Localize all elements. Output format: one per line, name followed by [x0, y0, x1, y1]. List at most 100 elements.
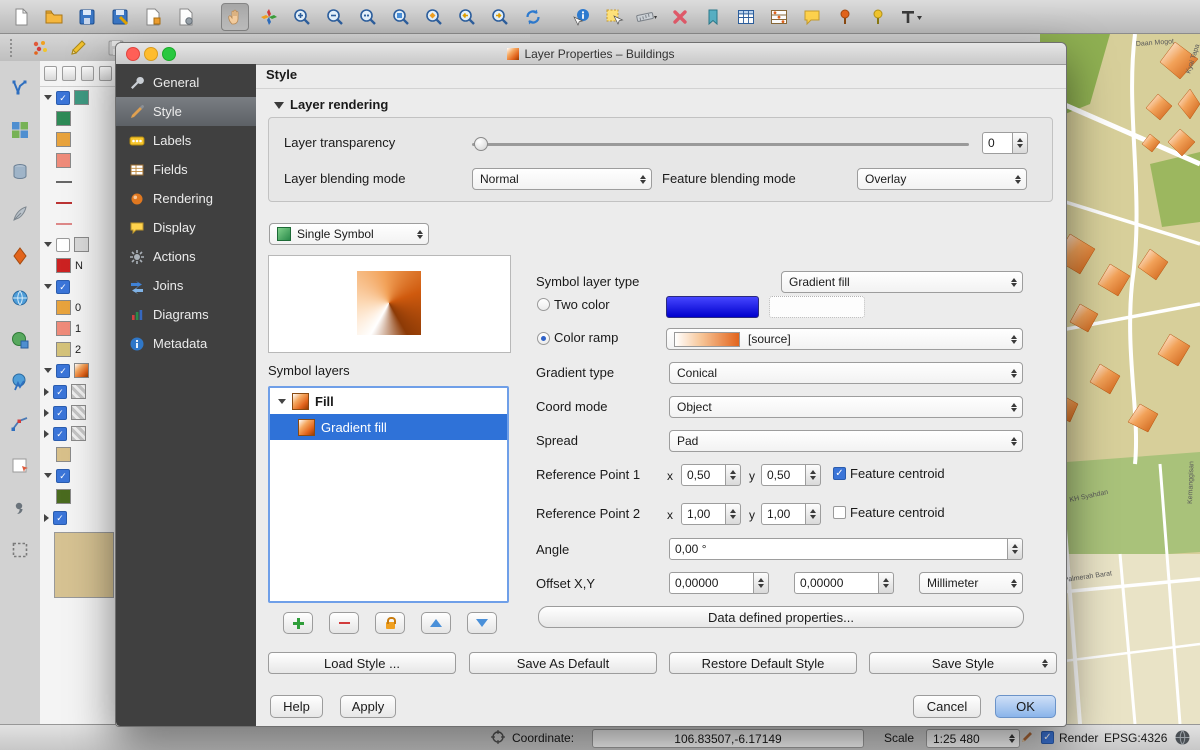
tree-row-fill[interactable]: Fill: [270, 388, 507, 414]
pan-map-icon[interactable]: [221, 3, 249, 31]
remove-layer-icon[interactable]: [99, 66, 112, 81]
layer-row[interactable]: [40, 402, 116, 423]
layer-row[interactable]: [40, 423, 116, 444]
select-rectangle-icon[interactable]: [7, 537, 33, 563]
symbol-layers-tree[interactable]: Fill Gradient fill: [268, 386, 509, 603]
nav-item-general[interactable]: General: [116, 68, 256, 97]
layer-row[interactable]: [40, 87, 116, 108]
nav-item-display[interactable]: Display: [116, 213, 256, 242]
layer-row[interactable]: [40, 507, 116, 528]
toggle-editing-icon[interactable]: [65, 35, 91, 61]
open-project-icon[interactable]: [41, 4, 67, 30]
zoom-window-icon[interactable]: [162, 47, 176, 61]
save-project-icon[interactable]: [74, 4, 100, 30]
collapse-triangle-icon[interactable]: [274, 102, 284, 109]
restore-default-style-button[interactable]: Restore Default Style: [669, 652, 857, 674]
two-color-radio[interactable]: [537, 298, 550, 311]
composer-manager-icon[interactable]: [173, 4, 199, 30]
renderer-combo[interactable]: Single Symbol: [269, 223, 429, 245]
layer-row[interactable]: [40, 192, 116, 213]
add-vector-layer-icon[interactable]: [7, 75, 33, 101]
gradient-type-combo[interactable]: Conical: [669, 362, 1023, 384]
nav-item-fields[interactable]: Fields: [116, 155, 256, 184]
layer-row[interactable]: [40, 171, 116, 192]
zoom-out-icon[interactable]: [322, 4, 348, 30]
transparency-spinbox[interactable]: 0: [982, 132, 1028, 154]
mouse-position-icon[interactable]: [490, 729, 506, 748]
pan-to-selection-icon[interactable]: [256, 4, 282, 30]
coord-mode-combo[interactable]: Object: [669, 396, 1023, 418]
data-defined-properties-button[interactable]: Data defined properties...: [538, 606, 1024, 628]
zoom-in-icon[interactable]: [289, 4, 315, 30]
snapping-options-icon[interactable]: [27, 35, 53, 61]
nav-item-diagrams[interactable]: Diagrams: [116, 300, 256, 329]
add-spatialite-layer-icon[interactable]: [7, 201, 33, 227]
ref1-y-spinbox[interactable]: 0,50: [761, 464, 821, 486]
close-window-icon[interactable]: [126, 47, 140, 61]
cancel-button[interactable]: Cancel: [913, 695, 981, 718]
new-shapefile-layer-icon[interactable]: [7, 453, 33, 479]
offset-x-spinbox[interactable]: 0,00000: [669, 572, 769, 594]
layer-row[interactable]: [40, 276, 116, 297]
refresh-icon[interactable]: [520, 4, 546, 30]
nav-item-joins[interactable]: Joins: [116, 271, 256, 300]
label-tool-icon[interactable]: [898, 4, 924, 30]
add-delimited-text-icon[interactable]: [7, 495, 33, 521]
color-ramp-combo[interactable]: [source]: [666, 328, 1023, 350]
expand-icon[interactable]: [278, 399, 286, 404]
dialog-titlebar[interactable]: Layer Properties – Buildings: [116, 43, 1066, 65]
layer-row[interactable]: N: [40, 255, 116, 276]
layer-row[interactable]: 1: [40, 318, 116, 339]
layer-row[interactable]: [40, 108, 116, 129]
field-calculator-icon[interactable]: [766, 4, 792, 30]
layer-row[interactable]: [40, 381, 116, 402]
render-checkbox[interactable]: [1041, 731, 1054, 744]
color1-button[interactable]: [666, 296, 759, 318]
layer-row[interactable]: [40, 129, 116, 150]
minimize-window-icon[interactable]: [144, 47, 158, 61]
coordinate-input[interactable]: 106.83507,-6.17149: [592, 729, 864, 748]
offset-unit-combo[interactable]: Millimeter: [919, 572, 1023, 594]
add-wms-layer-icon[interactable]: [7, 285, 33, 311]
identify-features-icon[interactable]: [568, 4, 594, 30]
filter-legend-icon[interactable]: [62, 66, 75, 81]
move-annotation-icon[interactable]: [865, 4, 891, 30]
angle-spinbox[interactable]: 0,00 °: [669, 538, 1023, 560]
save-project-as-icon[interactable]: [107, 4, 133, 30]
add-oracle-layer-icon[interactable]: [7, 243, 33, 269]
stepper[interactable]: [1013, 132, 1028, 154]
lock-symbol-layer-button[interactable]: [375, 612, 405, 634]
nav-item-actions[interactable]: Actions: [116, 242, 256, 271]
slider-handle[interactable]: [474, 137, 488, 151]
new-project-icon[interactable]: [8, 4, 34, 30]
spread-combo[interactable]: Pad: [669, 430, 1023, 452]
layer-row[interactable]: [40, 213, 116, 234]
expand-all-icon[interactable]: [81, 66, 94, 81]
layer-row[interactable]: [40, 150, 116, 171]
symbol-layer-type-combo[interactable]: Gradient fill: [781, 271, 1023, 293]
ref2-centroid-checkbox[interactable]: [833, 506, 846, 519]
ref1-centroid-checkbox[interactable]: [833, 467, 846, 480]
nav-item-rendering[interactable]: Rendering: [116, 184, 256, 213]
color-ramp-radio[interactable]: [537, 332, 550, 345]
feature-blending-combo[interactable]: Overlay: [857, 168, 1027, 190]
nav-item-metadata[interactable]: Metadata: [116, 329, 256, 358]
new-bookmark-icon[interactable]: [667, 4, 693, 30]
paint-icon[interactable]: [1020, 730, 1035, 748]
ref1-x-spinbox[interactable]: 0,50: [681, 464, 741, 486]
zoom-last-icon[interactable]: [454, 4, 480, 30]
move-up-button[interactable]: [421, 612, 451, 634]
help-button[interactable]: Help: [270, 695, 323, 718]
zoom-to-layer-icon[interactable]: [421, 4, 447, 30]
zoom-full-icon[interactable]: [388, 4, 414, 30]
crs-status-icon[interactable]: [1174, 729, 1191, 749]
node-tool-icon[interactable]: [7, 411, 33, 437]
show-bookmarks-icon[interactable]: [700, 4, 726, 30]
layer-row[interactable]: 2: [40, 339, 116, 360]
add-wfs-layer-icon[interactable]: [7, 369, 33, 395]
open-attribute-table-icon[interactable]: [733, 4, 759, 30]
layer-row-buildings[interactable]: [40, 360, 116, 381]
layer-row[interactable]: [40, 234, 116, 255]
select-features-icon[interactable]: [601, 4, 627, 30]
offset-y-spinbox[interactable]: 0,00000: [794, 572, 894, 594]
